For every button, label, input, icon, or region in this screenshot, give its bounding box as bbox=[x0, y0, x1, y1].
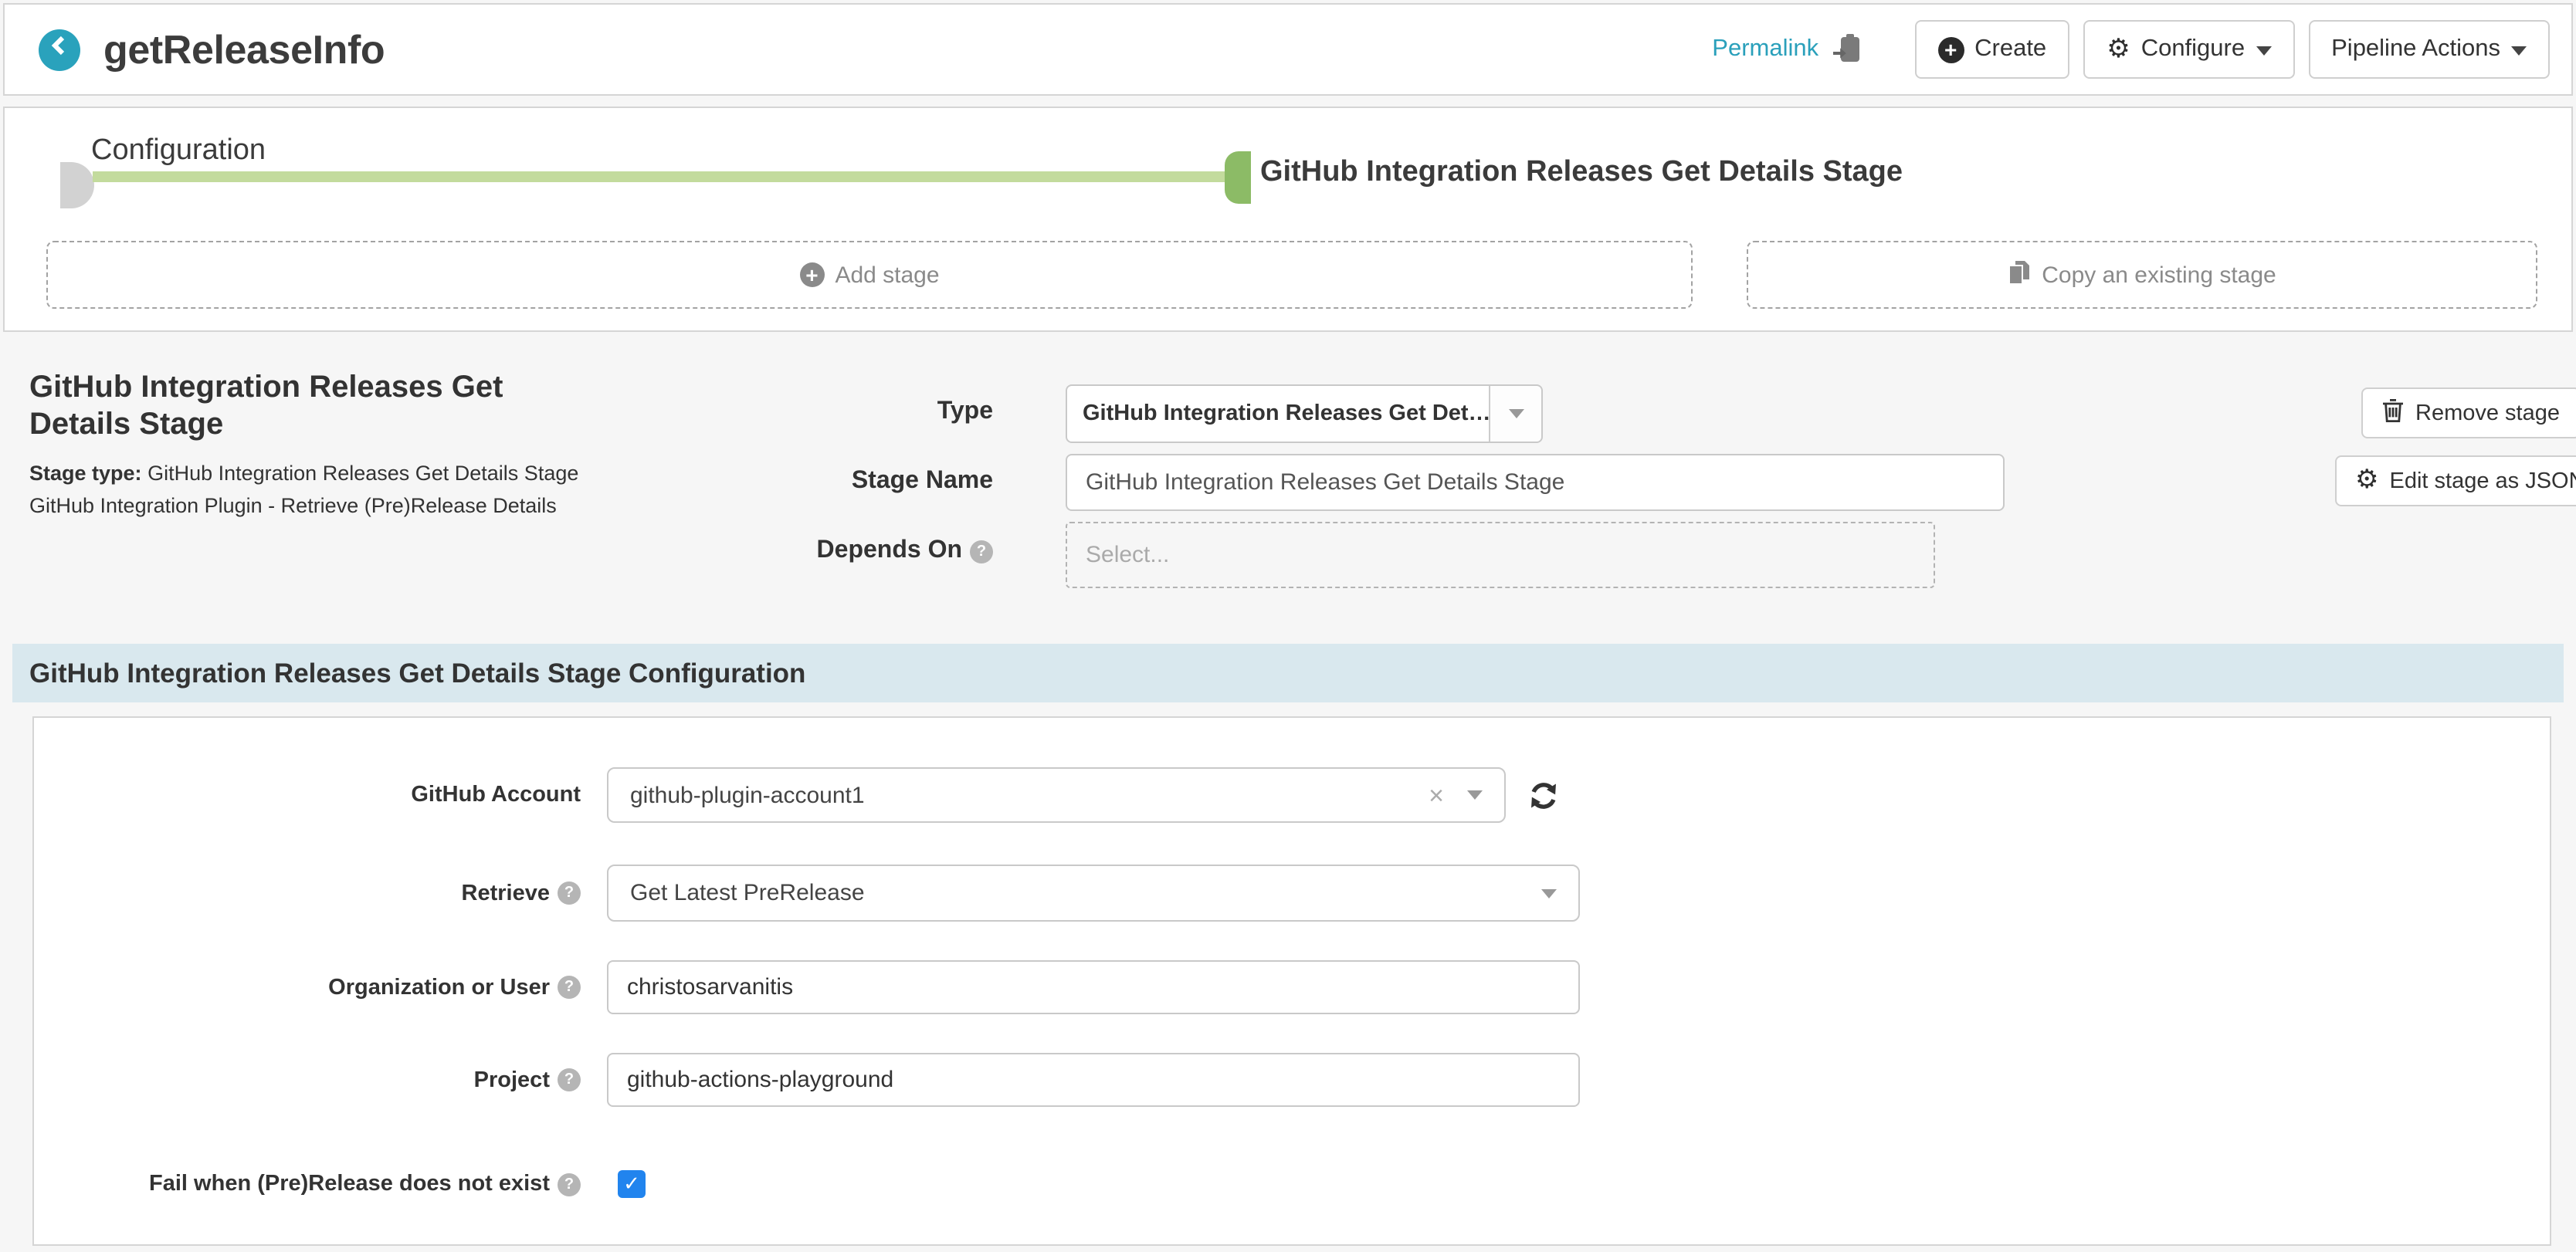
configuration-node[interactable] bbox=[60, 162, 94, 208]
github-account-row: GitHub Account github-plugin-account1 × bbox=[34, 767, 2550, 823]
create-label: Create bbox=[1974, 36, 2046, 63]
help-icon[interactable]: ? bbox=[558, 881, 581, 905]
retrieve-label: Retrieve ? bbox=[34, 881, 581, 905]
organization-label: Organization or User ? bbox=[34, 975, 581, 1000]
stage-name-label: Stage Name bbox=[622, 468, 993, 496]
add-stage-button[interactable]: + Add stage bbox=[46, 241, 1693, 309]
retrieve-select[interactable]: Get Latest PreRelease bbox=[607, 865, 1580, 922]
type-label: Type bbox=[622, 398, 993, 426]
stage-config-card: GitHub Account github-plugin-account1 × … bbox=[32, 716, 2551, 1246]
refresh-accounts-button[interactable] bbox=[1527, 779, 1560, 811]
pipeline-actions-button[interactable]: Pipeline Actions bbox=[2308, 20, 2550, 79]
help-icon[interactable]: ? bbox=[970, 540, 993, 563]
create-button[interactable]: + Create bbox=[1914, 20, 2069, 79]
chevron-down-icon bbox=[1541, 888, 1557, 898]
chevron-down-icon bbox=[1467, 790, 1483, 800]
back-button[interactable] bbox=[39, 29, 80, 70]
github-account-select[interactable]: github-plugin-account1 × bbox=[607, 767, 1506, 823]
configuration-node-label[interactable]: Configuration bbox=[91, 134, 266, 168]
stage-name-input[interactable] bbox=[1066, 454, 2005, 511]
depends-on-select[interactable]: Select... bbox=[1066, 522, 1935, 588]
chevron-down-icon bbox=[2511, 46, 2527, 56]
edit-json-label: Edit stage as JSON bbox=[2390, 469, 2576, 493]
depends-on-label-text: Depends On bbox=[817, 537, 962, 565]
permalink-link[interactable]: Permalink bbox=[1712, 36, 1818, 63]
stage-description: GitHub Integration Plugin - Retrieve (Pr… bbox=[29, 490, 604, 523]
chevron-down-icon bbox=[1508, 409, 1524, 418]
graph-connector-line bbox=[93, 171, 1226, 182]
select-caret-button[interactable] bbox=[1489, 386, 1541, 442]
copy-stage-label: Copy an existing stage bbox=[2042, 262, 2276, 288]
retrieve-value: Get Latest PreRelease bbox=[630, 880, 1541, 906]
checkmark-icon: ✓ bbox=[623, 1172, 640, 1196]
remove-stage-button[interactable]: Remove stage bbox=[2361, 387, 2576, 438]
stage-node-label[interactable]: GitHub Integration Releases Get Details … bbox=[1260, 156, 1903, 190]
header-bar: getReleaseInfo Permalink + Create ⚙ Conf… bbox=[3, 3, 2573, 96]
project-label: Project ? bbox=[34, 1068, 581, 1092]
stage-config-section-header: GitHub Integration Releases Get Details … bbox=[12, 644, 2564, 702]
arrow-left-icon bbox=[48, 34, 71, 65]
fail-when-label: Fail when (Pre)Release does not exist ? bbox=[34, 1172, 581, 1196]
stage-details-section: GitHub Integration Releases Get Details … bbox=[0, 332, 2576, 644]
stage-type-value: GitHub Integration Releases Get Details … bbox=[142, 462, 579, 485]
github-account-label-text: GitHub Account bbox=[411, 783, 581, 807]
remove-stage-label: Remove stage bbox=[2415, 401, 2560, 425]
stage-heading: GitHub Integration Releases Get Details … bbox=[29, 369, 604, 445]
organization-label-text: Organization or User bbox=[328, 975, 550, 1000]
depends-on-placeholder: Select... bbox=[1086, 542, 1169, 568]
clipboard-copy-icon[interactable] bbox=[1832, 32, 1860, 70]
add-stage-label: Add stage bbox=[835, 262, 939, 288]
configure-button[interactable]: ⚙ Configure bbox=[2083, 20, 2294, 79]
stage-type-select-value: GitHub Integration Releases Get Det… bbox=[1067, 386, 1489, 442]
plus-circle-icon: + bbox=[799, 262, 824, 287]
project-row: Project ? bbox=[34, 1053, 2550, 1107]
stage-type-select[interactable]: GitHub Integration Releases Get Det… bbox=[1066, 384, 1543, 443]
help-icon[interactable]: ? bbox=[558, 1172, 581, 1196]
gear-icon: ⚙ bbox=[2107, 36, 2130, 63]
depends-on-label: Depends On ? bbox=[622, 537, 993, 565]
configure-label: Configure bbox=[2141, 36, 2245, 63]
pipeline-actions-label: Pipeline Actions bbox=[2331, 36, 2500, 63]
retrieve-row: Retrieve ? Get Latest PreRelease bbox=[34, 865, 2550, 922]
project-input[interactable] bbox=[607, 1053, 1580, 1107]
fail-when-row: Fail when (Pre)Release does not exist ? … bbox=[34, 1170, 2550, 1198]
chevron-down-icon bbox=[2256, 46, 2271, 56]
page-title: getReleaseInfo bbox=[103, 25, 385, 73]
fail-when-label-text: Fail when (Pre)Release does not exist bbox=[149, 1172, 550, 1196]
fail-when-checkbox[interactable]: ✓ bbox=[618, 1170, 646, 1198]
retrieve-label-text: Retrieve bbox=[462, 881, 550, 905]
trash-icon bbox=[2381, 398, 2405, 428]
project-label-text: Project bbox=[474, 1068, 550, 1092]
edit-stage-as-json-button[interactable]: ⚙ Edit stage as JSON bbox=[2335, 455, 2576, 506]
pipeline-config-page: getReleaseInfo Permalink + Create ⚙ Conf… bbox=[0, 3, 2576, 1252]
stage-type-line: Stage type: GitHub Integration Releases … bbox=[29, 459, 604, 491]
github-account-value: github-plugin-account1 bbox=[630, 782, 1429, 808]
pipeline-graph-card: Configuration GitHub Integration Release… bbox=[3, 107, 2573, 332]
stage-config-section-title: GitHub Integration Releases Get Details … bbox=[29, 657, 805, 689]
stage-type-prefix: Stage type: bbox=[29, 462, 142, 485]
stage-node[interactable] bbox=[1225, 151, 1251, 204]
organization-input[interactable] bbox=[607, 960, 1580, 1014]
copy-files-icon bbox=[2008, 259, 2031, 291]
gear-icon: ⚙ bbox=[2355, 468, 2379, 494]
clear-icon[interactable]: × bbox=[1429, 782, 1444, 808]
stage-summary: GitHub Integration Releases Get Details … bbox=[29, 369, 604, 523]
plus-circle-icon: + bbox=[1937, 36, 1964, 63]
copy-existing-stage-button[interactable]: Copy an existing stage bbox=[1747, 241, 2537, 309]
github-account-label: GitHub Account bbox=[34, 783, 581, 807]
refresh-icon bbox=[1527, 779, 1560, 811]
help-icon[interactable]: ? bbox=[558, 976, 581, 999]
organization-row: Organization or User ? bbox=[34, 960, 2550, 1014]
help-icon[interactable]: ? bbox=[558, 1068, 581, 1091]
